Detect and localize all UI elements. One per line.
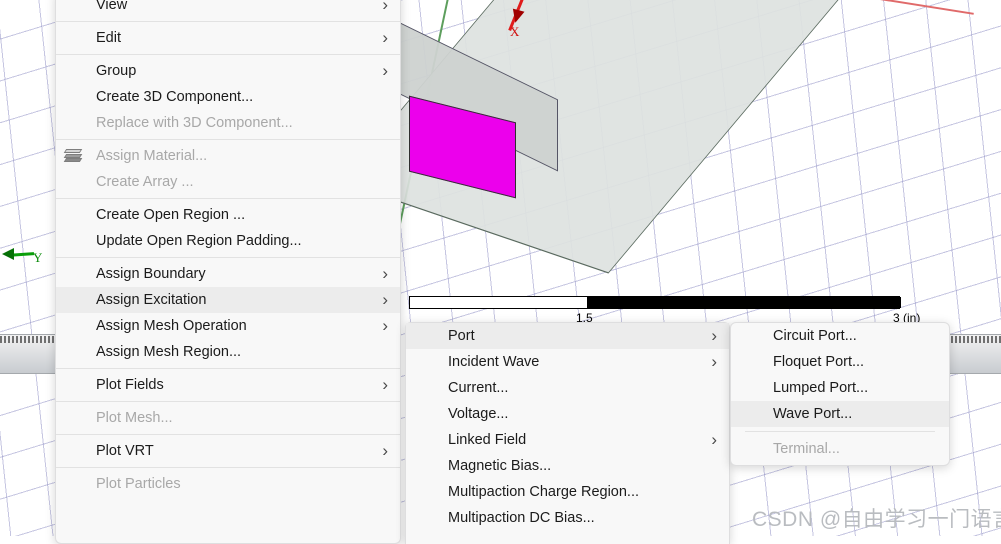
menu-separator xyxy=(56,401,400,402)
menu-separator xyxy=(56,368,400,369)
menu-separator xyxy=(56,467,400,468)
menu-item-view[interactable]: View › xyxy=(56,0,400,18)
menu-item-assign-excitation[interactable]: Assign Excitation › xyxy=(56,287,400,313)
x-axis-label: X xyxy=(510,24,520,39)
menu-item-plot-fields[interactable]: Plot Fields › xyxy=(56,372,400,398)
modeler-context-menu[interactable]: View › Edit › Group › Create 3D Component... Re… xyxy=(55,0,401,544)
menu-item-replace-with-3d-component: Replace with 3D Component... xyxy=(56,110,400,136)
menu-item-label: Lumped Port... xyxy=(773,380,869,396)
chevron-right-icon: › xyxy=(382,27,388,47)
chevron-right-icon: › xyxy=(382,374,388,394)
y-axis-label: Y xyxy=(33,250,43,265)
menu-item-plot-mesh: Plot Mesh... xyxy=(56,405,400,431)
menu-item-floquet-port[interactable]: Floquet Port... xyxy=(731,349,949,375)
menu-item-terminal: Terminal... xyxy=(731,436,949,462)
chevron-right-icon: › xyxy=(382,263,388,283)
chevron-right-icon: › xyxy=(382,60,388,80)
menu-item-linked-field[interactable]: Linked Field › xyxy=(406,427,729,453)
menu-item-label: Plot VRT xyxy=(96,443,154,459)
menu-item-label: Wave Port... xyxy=(773,406,853,422)
chevron-right-icon: › xyxy=(382,315,388,335)
layers-icon xyxy=(63,148,84,164)
chevron-right-icon: › xyxy=(711,429,717,449)
menu-item-label: Create Open Region ... xyxy=(96,207,246,223)
menu-separator xyxy=(56,434,400,435)
menu-item-label: Floquet Port... xyxy=(773,354,865,370)
menu-item-assign-mesh-region[interactable]: Assign Mesh Region... xyxy=(56,339,400,365)
menu-item-label: Assign Boundary xyxy=(96,266,206,282)
menu-item-create-array: Create Array ... xyxy=(56,169,400,195)
menu-item-label: Update Open Region Padding... xyxy=(96,233,302,249)
menu-item-incident-wave[interactable]: Incident Wave › xyxy=(406,349,729,375)
menu-item-label: Multipaction Charge Region... xyxy=(448,484,640,500)
menu-item-label: Multipaction DC Bias... xyxy=(448,510,595,526)
menu-item-create-open-region[interactable]: Create Open Region ... xyxy=(56,202,400,228)
chevron-right-icon: › xyxy=(711,325,717,345)
right-dock-panel-handle[interactable] xyxy=(946,334,1001,374)
scale-bar xyxy=(409,296,901,309)
menu-item-label: Assign Excitation xyxy=(96,292,207,308)
y-axis-arrowhead-icon xyxy=(2,248,14,260)
menu-item-plot-particles: Plot Particles xyxy=(56,471,400,497)
chevron-right-icon: › xyxy=(711,351,717,371)
menu-item-lumped-port[interactable]: Lumped Port... xyxy=(731,375,949,401)
menu-item-current[interactable]: Current... xyxy=(406,375,729,401)
menu-item-group[interactable]: Group › xyxy=(56,58,400,84)
chevron-right-icon: › xyxy=(382,289,388,309)
menu-item-assign-mesh-operation[interactable]: Assign Mesh Operation › xyxy=(56,313,400,339)
menu-item-voltage[interactable]: Voltage... xyxy=(406,401,729,427)
menu-item-label: Replace with 3D Component... xyxy=(96,115,293,131)
menu-item-port[interactable]: Port › xyxy=(406,323,729,349)
menu-separator xyxy=(56,54,400,55)
menu-item-label: Circuit Port... xyxy=(773,328,857,344)
menu-item-label: Plot Mesh... xyxy=(96,410,173,426)
grip-icon xyxy=(0,336,55,343)
left-dock-panel-handle[interactable] xyxy=(0,334,56,374)
menu-separator xyxy=(56,139,400,140)
menu-item-label: Plot Particles xyxy=(96,476,181,492)
watermark: CSDN @自由学习一门语言 xyxy=(752,508,1001,531)
menu-item-label: Terminal... xyxy=(773,441,840,457)
menu-separator xyxy=(745,431,935,432)
assign-excitation-submenu[interactable]: Port › Incident Wave › Current... Voltage... L… xyxy=(405,322,730,544)
menu-item-label: Create Array ... xyxy=(96,174,194,190)
menu-item-update-open-region-padding[interactable]: Update Open Region Padding... xyxy=(56,228,400,254)
menu-item-label: Port xyxy=(448,328,475,344)
menu-item-label: Linked Field xyxy=(448,432,527,448)
menu-item-magnetic-bias[interactable]: Magnetic Bias... xyxy=(406,453,729,479)
menu-item-circuit-port[interactable]: Circuit Port... xyxy=(731,323,949,349)
menu-separator xyxy=(56,198,400,199)
menu-item-label: Voltage... xyxy=(448,406,509,422)
menu-separator xyxy=(56,21,400,22)
menu-item-plot-vrt[interactable]: Plot VRT › xyxy=(56,438,400,464)
menu-separator xyxy=(56,257,400,258)
menu-item-edit[interactable]: Edit › xyxy=(56,25,400,51)
chevron-right-icon: › xyxy=(382,0,388,14)
menu-item-label: Edit xyxy=(96,30,121,46)
menu-item-create-3d-component[interactable]: Create 3D Component... xyxy=(56,84,400,110)
menu-item-assign-boundary[interactable]: Assign Boundary › xyxy=(56,261,400,287)
menu-item-label: Assign Mesh Region... xyxy=(96,344,242,360)
scale-bar-fill xyxy=(587,297,901,308)
menu-item-label: Magnetic Bias... xyxy=(448,458,552,474)
menu-item-label: Assign Material... xyxy=(96,148,208,164)
menu-item-label: Create 3D Component... xyxy=(96,89,254,105)
menu-item-label: Incident Wave xyxy=(448,354,540,370)
menu-item-label: View xyxy=(96,0,128,13)
port-submenu[interactable]: Circuit Port... Floquet Port... Lumped Por… xyxy=(730,322,950,466)
menu-item-multipaction-dc-bias[interactable]: Multipaction DC Bias... xyxy=(406,505,729,531)
menu-item-wave-port[interactable]: Wave Port... xyxy=(731,401,949,427)
grip-icon xyxy=(947,336,1001,343)
menu-item-label: Plot Fields xyxy=(96,377,164,393)
menu-item-assign-material: Assign Material... xyxy=(56,143,400,169)
menu-item-label: Current... xyxy=(448,380,509,396)
chevron-right-icon: › xyxy=(382,440,388,460)
menu-item-multipaction-charge-region[interactable]: Multipaction Charge Region... xyxy=(406,479,729,505)
menu-item-label: Group xyxy=(96,63,137,79)
menu-item-label: Assign Mesh Operation xyxy=(96,318,247,334)
